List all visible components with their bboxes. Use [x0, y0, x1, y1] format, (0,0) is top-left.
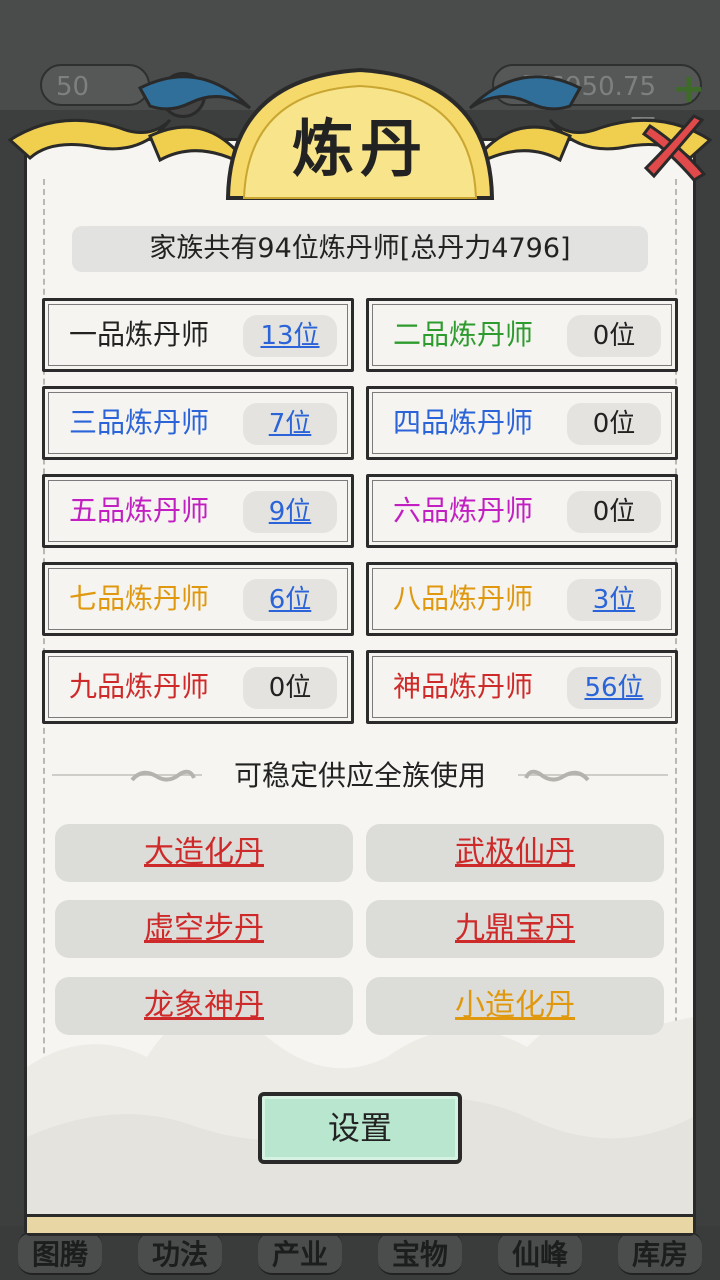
rank-label: 九品炼丹师: [69, 670, 210, 703]
rank-label: 七品炼丹师: [69, 582, 210, 615]
rank-card-2: 二品炼丹师 0位: [366, 298, 678, 372]
close-icon[interactable]: [640, 112, 714, 186]
rank-count: 0位: [567, 315, 661, 357]
rank-label: 一品炼丹师: [69, 318, 210, 351]
rank-count: 0位: [567, 403, 661, 445]
rank-count[interactable]: 3位: [567, 579, 661, 621]
nav-tab-treasure: 宝物: [377, 1231, 462, 1275]
rank-card-10: 神品炼丹师 56位: [366, 650, 678, 724]
pill-button[interactable]: 小造化丹: [366, 977, 664, 1035]
rank-card-8: 八品炼丹师 3位: [366, 562, 678, 636]
rank-label: 六品炼丹师: [393, 494, 534, 527]
rank-card-1: 一品炼丹师 13位: [42, 298, 354, 372]
rank-count[interactable]: 56位: [567, 667, 661, 709]
nav-tab-totem: 图腾: [17, 1231, 102, 1275]
rank-card-3: 三品炼丹师 7位: [42, 386, 354, 460]
rank-count[interactable]: 7位: [243, 403, 337, 445]
pill-button[interactable]: 虚空步丹: [55, 900, 353, 958]
nav-tab-storage: 库房: [617, 1231, 702, 1275]
rank-label: 五品炼丹师: [69, 494, 210, 527]
rank-count[interactable]: 6位: [243, 579, 337, 621]
pill-button[interactable]: 龙象神丹: [55, 977, 353, 1035]
rank-card-7: 七品炼丹师 6位: [42, 562, 354, 636]
dialog-title: 炼丹: [291, 112, 428, 185]
rank-count[interactable]: 13位: [243, 315, 337, 357]
nav-tab-skills: 功法: [137, 1231, 222, 1275]
rank-label: 二品炼丹师: [393, 318, 534, 351]
rank-label: 四品炼丹师: [393, 406, 534, 439]
pill-button[interactable]: 武极仙丹: [366, 824, 664, 882]
rank-card-4: 四品炼丹师 0位: [366, 386, 678, 460]
rank-count: 0位: [243, 667, 337, 709]
rank-label: 八品炼丹师: [393, 582, 534, 615]
rank-card-5: 五品炼丹师 9位: [42, 474, 354, 548]
pill-button[interactable]: 大造化丹: [55, 824, 353, 882]
settings-button[interactable]: 设置: [258, 1092, 462, 1164]
alchemist-summary: 家族共有94位炼丹师[总丹力4796]: [72, 226, 648, 272]
nav-tab-industry: 产业: [257, 1231, 342, 1275]
dialog-bottom-strip: [27, 1214, 693, 1233]
rank-label: 神品炼丹师: [393, 670, 534, 703]
rank-label: 三品炼丹师: [69, 406, 210, 439]
rank-card-6: 六品炼丹师 0位: [366, 474, 678, 548]
rank-count: 0位: [567, 491, 661, 533]
supply-section-title: 可稳定供应全族使用: [233, 759, 486, 792]
rank-card-9: 九品炼丹师 0位: [42, 650, 354, 724]
pill-button[interactable]: 九鼎宝丹: [366, 900, 664, 958]
rank-count[interactable]: 9位: [243, 491, 337, 533]
nav-tab-peak: 仙峰: [497, 1231, 582, 1275]
